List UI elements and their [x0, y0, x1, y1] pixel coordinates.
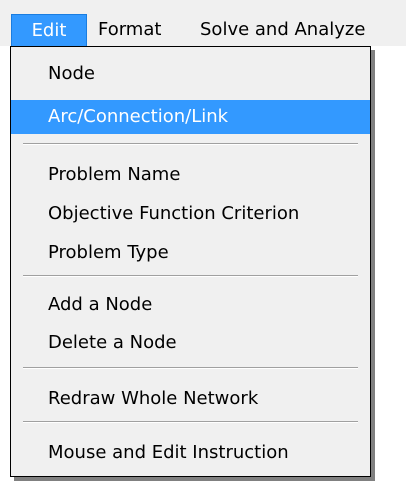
menu-edit[interactable]: Edit	[11, 14, 87, 47]
menu-separator	[23, 367, 358, 369]
menu-solve-and-analyze[interactable]: Solve and Analyze	[200, 14, 365, 46]
menu-item-problem-name[interactable]: Problem Name	[11, 158, 370, 192]
menu-item-mouse-and-edit-instruction[interactable]: Mouse and Edit Instruction	[11, 436, 370, 470]
menu-separator	[23, 275, 358, 277]
menu-item-add-a-node[interactable]: Add a Node	[11, 288, 370, 322]
menu-format[interactable]: Format	[98, 14, 161, 46]
menu-separator	[23, 143, 358, 145]
menu-item-redraw-whole-network[interactable]: Redraw Whole Network	[11, 382, 370, 416]
menu-bar: Edit Format Solve and Analyze	[0, 0, 406, 47]
menu-separator	[23, 421, 358, 423]
menu-item-objective-function-criterion[interactable]: Objective Function Criterion	[11, 197, 370, 231]
menu-item-delete-a-node[interactable]: Delete a Node	[11, 326, 370, 360]
menu-item-problem-type[interactable]: Problem Type	[11, 236, 370, 270]
edit-menu-dropdown: Node Arc/Connection/Link Problem Name Ob…	[10, 46, 371, 477]
menu-item-arc-connection-link[interactable]: Arc/Connection/Link	[11, 100, 370, 134]
menu-item-node[interactable]: Node	[11, 57, 370, 91]
